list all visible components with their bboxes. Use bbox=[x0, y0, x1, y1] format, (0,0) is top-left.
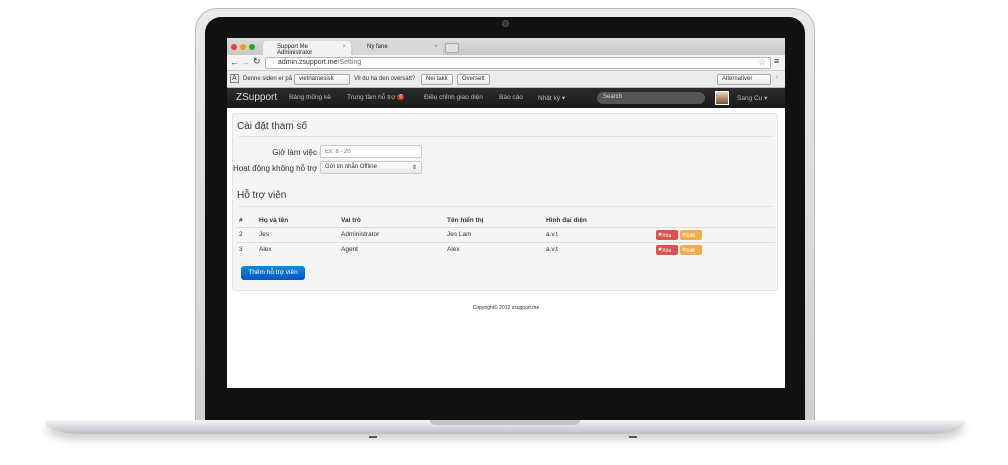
table-row: 2 Jes Administrator Jes Lam a.v.t ✖ Xóa ⊘… bbox=[237, 227, 775, 242]
close-tab-icon[interactable]: × bbox=[342, 44, 346, 50]
user-name: Sang Cu bbox=[737, 95, 763, 102]
cell-role: Agent bbox=[341, 246, 358, 253]
close-tab-icon[interactable]: × bbox=[434, 44, 438, 50]
table-row: 3 Alex Agent Alex a.v.t ✖ Xóa ⊘ Edit bbox=[237, 242, 775, 257]
tab-support-me[interactable]: Support Me Administrator × bbox=[263, 41, 351, 56]
tab-bar: Support Me Administrator × Ny fane × bbox=[227, 38, 785, 56]
delete-label: Xóa bbox=[662, 233, 672, 239]
maximize-window-icon[interactable] bbox=[249, 44, 255, 50]
translate-icon: A bbox=[230, 74, 239, 83]
tab-new[interactable]: Ny fane × bbox=[353, 41, 443, 55]
nav-reports[interactable]: Báo cáo bbox=[499, 94, 523, 101]
camera-icon bbox=[502, 20, 509, 27]
cell-role: Administrator bbox=[341, 231, 380, 238]
address-bar: ← → ↻ admin.zsupport.me/Setting ☆ ≡ bbox=[227, 55, 785, 71]
minimize-window-icon[interactable] bbox=[240, 44, 246, 50]
edit-button[interactable]: ⊘ Edit bbox=[680, 245, 702, 255]
nav-support-center[interactable]: Trung tâm hỗ trợ 0 bbox=[347, 94, 405, 101]
add-agent-button[interactable]: Thêm hỗ trợ viên bbox=[241, 266, 305, 280]
hours-label: Giờ làm việc bbox=[272, 148, 317, 157]
search-input[interactable]: Search bbox=[597, 92, 705, 104]
settings-panel: Cài đặt tham số Giờ làm việc Hoạt động k… bbox=[232, 113, 778, 291]
delete-button[interactable]: ✖ Xóa bbox=[656, 230, 678, 240]
edit-label: Edit bbox=[686, 248, 695, 254]
edit-label: Edit bbox=[686, 233, 695, 239]
col-name: Họ và tên bbox=[259, 217, 289, 224]
laptop-foot bbox=[369, 436, 377, 438]
cell-id: 2 bbox=[239, 231, 243, 238]
brand-logo[interactable]: ZSupport bbox=[236, 92, 277, 103]
star-icon[interactable]: ☆ bbox=[758, 57, 766, 68]
laptop-foot bbox=[629, 436, 637, 438]
language-select[interactable]: vietnamesisk bbox=[294, 74, 350, 85]
select-arrows-icon: ⇕ bbox=[411, 165, 417, 171]
laptop-notch bbox=[430, 420, 580, 425]
settings-title: Cài đặt tham số bbox=[237, 121, 308, 132]
url-path: /Setting bbox=[337, 59, 362, 66]
browser-window: Support Me Administrator × Ny fane × ← → ↻… bbox=[227, 38, 785, 388]
cell-display: Jes Lam bbox=[447, 231, 472, 238]
divider bbox=[238, 206, 773, 207]
nav-label: Trung tâm hỗ trợ bbox=[347, 94, 396, 101]
nav-appearance[interactable]: Điều chỉnh giao diện bbox=[424, 94, 483, 101]
reload-icon[interactable]: ↻ bbox=[253, 56, 261, 67]
forward-icon[interactable]: → bbox=[241, 57, 250, 67]
options-select[interactable]: Alternativer bbox=[717, 74, 771, 85]
col-id: # bbox=[239, 217, 243, 224]
divider bbox=[238, 136, 773, 137]
user-menu[interactable]: Sang Cu ▾ bbox=[737, 94, 767, 102]
nav-log[interactable]: Nhật ký ▾ bbox=[538, 94, 565, 102]
hours-input[interactable] bbox=[320, 145, 422, 158]
translate-bar: A Denne siden er på vietnamesisk Vil du … bbox=[227, 71, 785, 88]
tab-label: Ny fane bbox=[367, 44, 388, 50]
back-icon[interactable]: ← bbox=[230, 57, 239, 67]
delete-button[interactable]: ✖ Xóa bbox=[656, 245, 678, 255]
copyright: Copyright© 2012 zsupport.me bbox=[472, 305, 540, 311]
col-role: Vai trò bbox=[341, 217, 361, 224]
url-input[interactable]: admin.zsupport.me/Setting bbox=[265, 57, 771, 69]
translate-question: Vil du ha den oversatt? bbox=[354, 76, 416, 82]
close-icon[interactable]: × bbox=[775, 75, 779, 81]
offline-select[interactable]: Gửi tin nhắn Offline ⇕ bbox=[320, 161, 422, 174]
cell-avatar: a.v.t bbox=[546, 246, 558, 253]
cell-display: Alex bbox=[447, 246, 460, 253]
edit-button[interactable]: ⊘ Edit bbox=[680, 230, 702, 240]
new-tab-button[interactable] bbox=[445, 43, 459, 53]
avatar[interactable] bbox=[715, 91, 729, 105]
cell-name: Alex bbox=[259, 246, 272, 253]
navbar: ZSupport Bảng thống kê Trung tâm hỗ trợ 0… bbox=[227, 88, 785, 108]
offline-value: Gửi tin nhắn Offline bbox=[325, 164, 377, 170]
translate-prefix: Denne siden er på bbox=[243, 76, 293, 82]
cell-name: Jes bbox=[259, 231, 270, 238]
close-window-icon[interactable] bbox=[231, 44, 237, 50]
translate-button[interactable]: Oversett bbox=[457, 74, 490, 85]
col-display: Tên hiển thị bbox=[447, 217, 484, 224]
notification-badge: 0 bbox=[397, 94, 405, 100]
cell-id: 3 bbox=[239, 246, 243, 253]
col-avatar: Hình đại diện bbox=[546, 217, 587, 224]
agents-title: Hỗ trợ viên bbox=[237, 190, 287, 201]
cell-avatar: a.v.t bbox=[546, 231, 558, 238]
nav-dashboard[interactable]: Bảng thống kê bbox=[289, 94, 331, 101]
no-thanks-button[interactable]: Nei takk bbox=[421, 74, 453, 85]
menu-icon[interactable]: ≡ bbox=[774, 56, 779, 66]
delete-label: Xóa bbox=[662, 248, 672, 254]
nav-label: Nhật ký bbox=[538, 95, 561, 102]
offline-label: Hoạt động không hỗ trợ bbox=[233, 164, 318, 173]
url-host: admin.zsupport.me bbox=[278, 59, 338, 66]
